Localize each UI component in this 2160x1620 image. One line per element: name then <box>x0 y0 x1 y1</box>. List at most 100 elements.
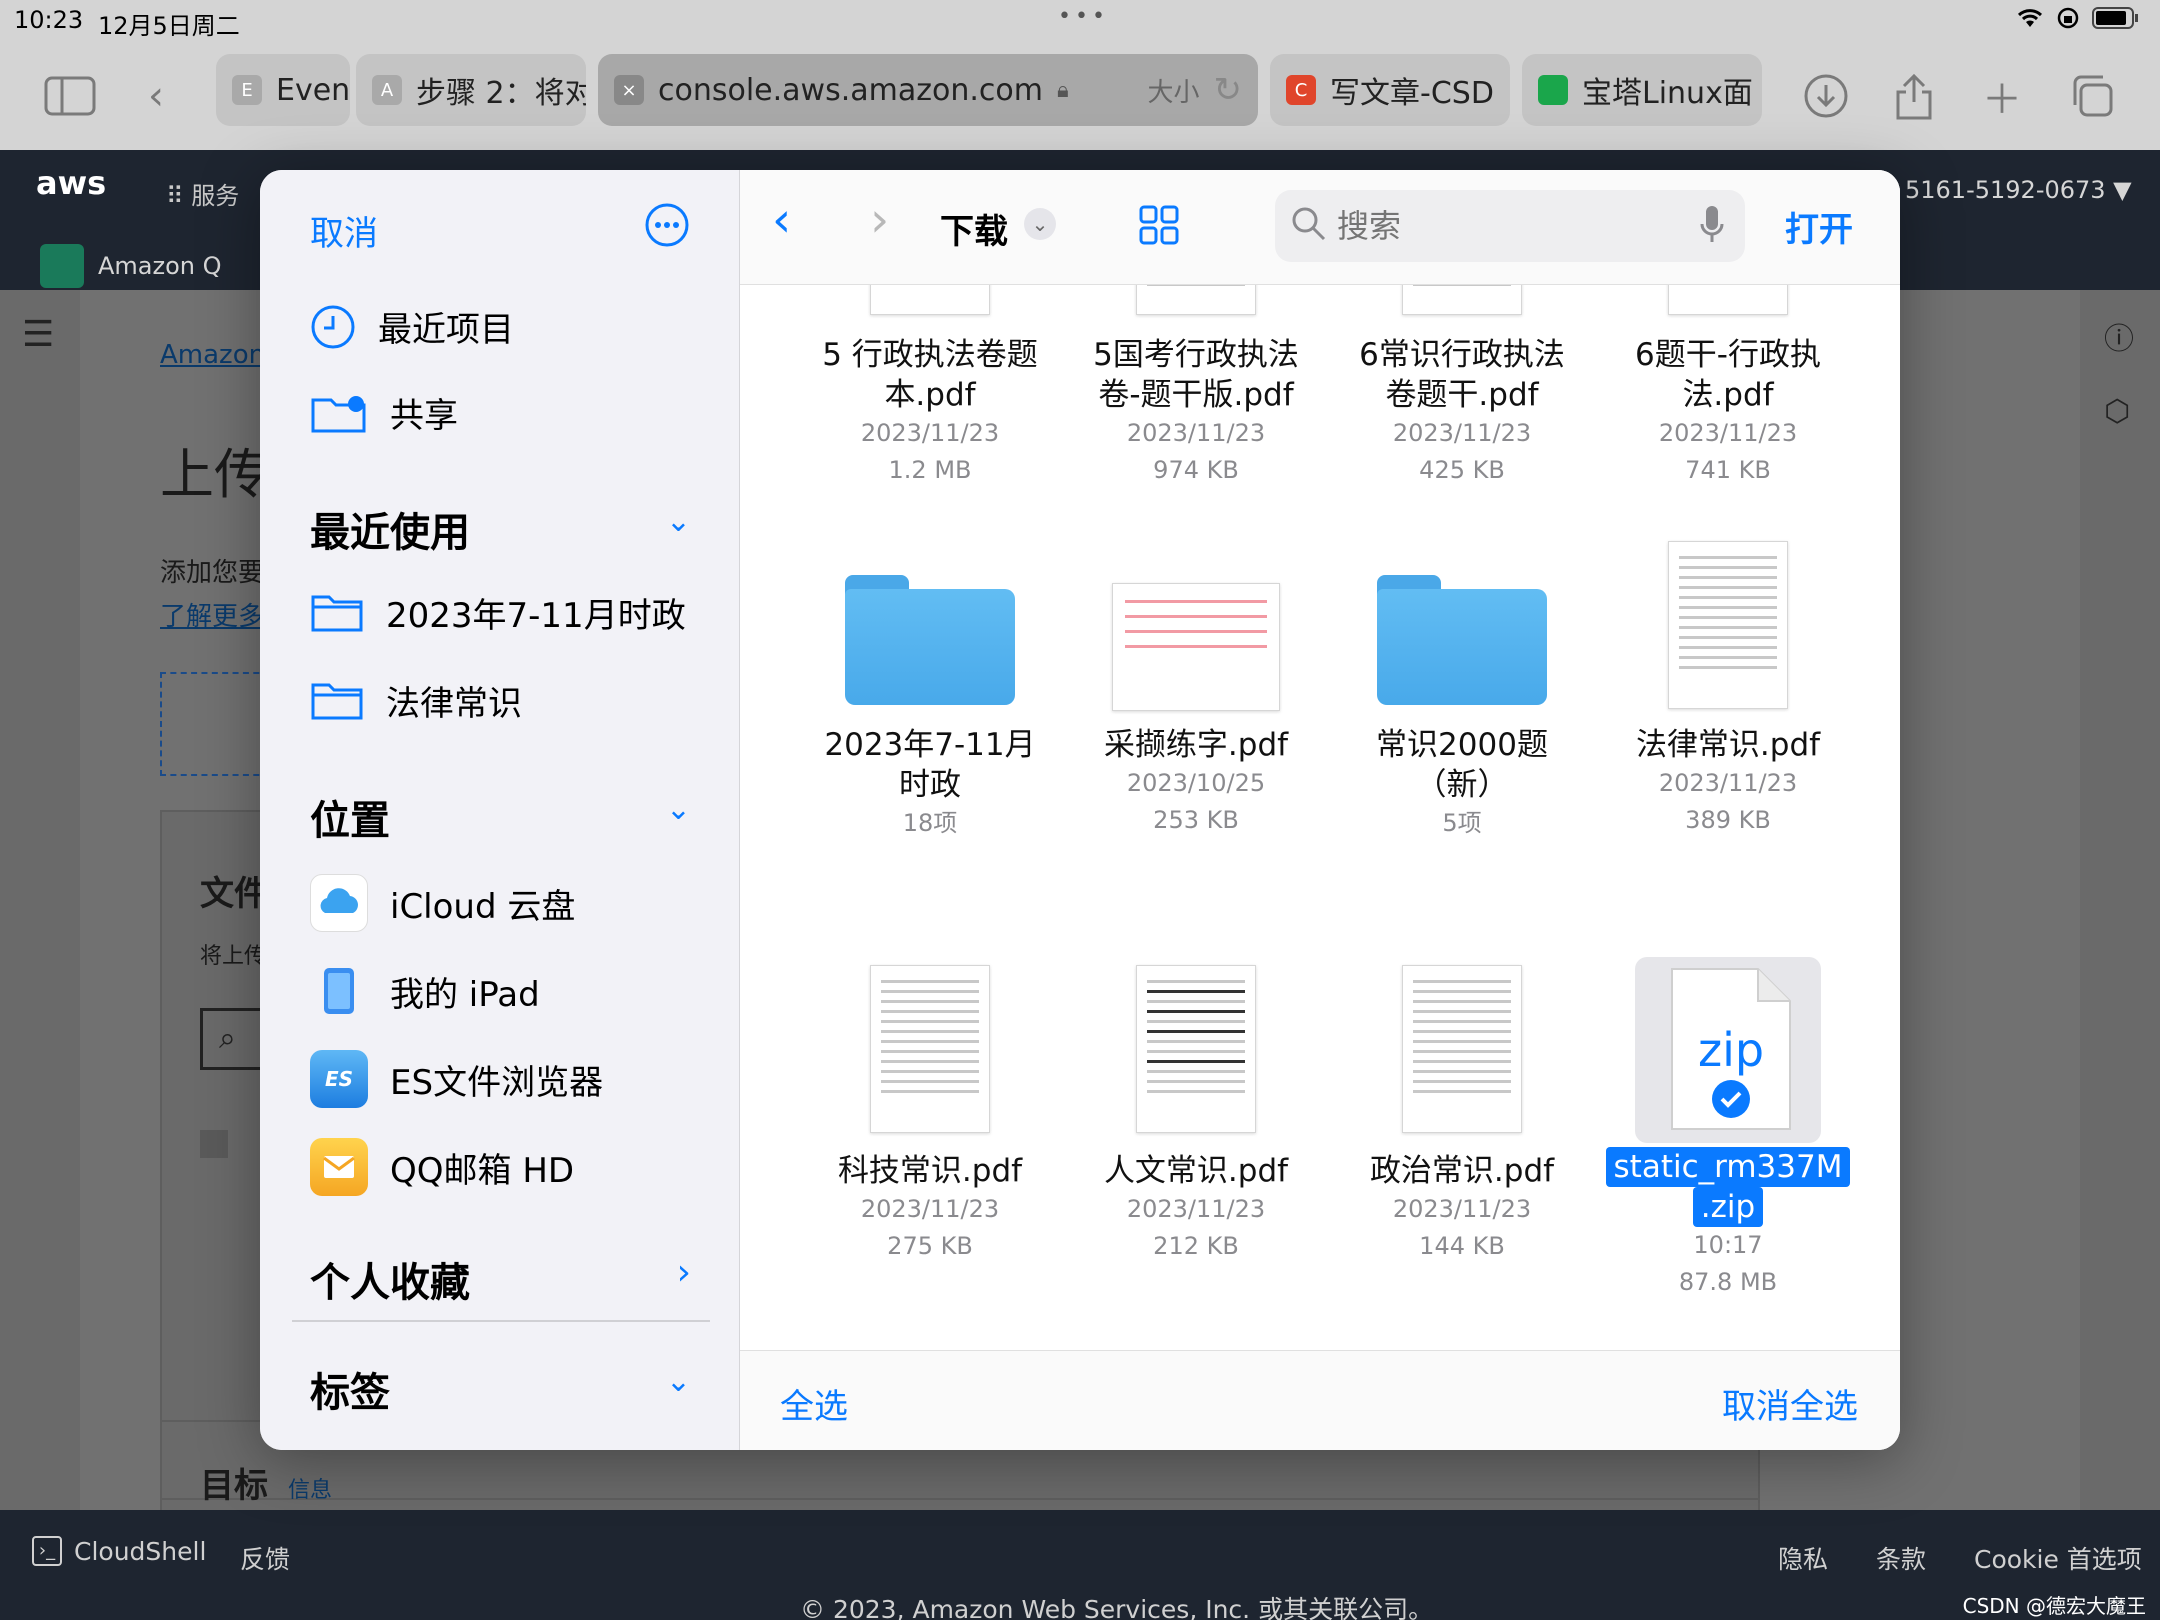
folder-name: 2023年7-11月 时政 <box>824 727 1036 803</box>
tab-baota[interactable]: 宝塔Linux面 <box>1522 54 1762 126</box>
file-grid: 5 行政执法卷题 本.pdf 2023/11/23 1.2 MB 5国考行政执法卷… <box>740 285 1900 1350</box>
file-item[interactable]: 政治常识.pdf 2023/11/23 144 KB <box>1332 965 1592 1265</box>
breadcrumb-amazon[interactable]: Amazon <box>160 340 265 370</box>
tab-aws-console[interactable]: × console.aws.amazon.com 🔒︎ 大小 ↻ <box>598 54 1258 126</box>
shared-folder-icon <box>311 395 366 432</box>
pdf-thumbnail <box>870 285 990 315</box>
file-size: 425 KB <box>1419 456 1505 484</box>
text-size-button[interactable]: 大小 <box>1147 72 1199 109</box>
file-date: 2023/11/23 <box>1392 1195 1532 1223</box>
new-tab-icon[interactable]: ＋ <box>1974 68 2030 124</box>
terms-link[interactable]: 条款 <box>1876 1540 1926 1576</box>
deselect-all-button[interactable]: 取消全选 <box>1722 1379 1858 1428</box>
learn-more-link[interactable]: 了解更多 <box>160 596 264 633</box>
file-date: 2023/11/23 <box>1126 419 1266 447</box>
cloudshell-button[interactable]: ›_ CloudShell <box>32 1536 206 1566</box>
view-mode-grid-icon[interactable] <box>1138 204 1180 250</box>
qq-mail-icon <box>310 1138 368 1196</box>
file-item[interactable]: 6题干-行政执 法.pdf 2023/11/23 741 KB <box>1598 285 1858 489</box>
pdf-thumbnail <box>1136 285 1256 315</box>
section-tags[interactable]: 标签 <box>310 1360 390 1418</box>
back-icon[interactable]: ‹ <box>772 192 791 248</box>
folder-menu-chevron-icon[interactable]: ⌄ <box>1024 208 1056 240</box>
forward-icon[interactable]: › <box>870 192 889 248</box>
files-title: 文件 <box>200 874 268 914</box>
sidebar-item-es-file-browser[interactable]: ES ES文件浏览器 <box>310 1050 603 1108</box>
feedback-link[interactable]: 反馈 <box>240 1540 290 1576</box>
close-tab-icon[interactable]: × <box>614 75 644 105</box>
pdf-thumbnail <box>1668 541 1788 709</box>
cookie-preferences-link[interactable]: Cookie 首选项 <box>1974 1540 2142 1576</box>
services-menu[interactable]: ⠿ 服务 <box>166 176 239 211</box>
file-name: 5 行政执法卷题 本.pdf <box>822 337 1038 413</box>
address-bar-url[interactable]: console.aws.amazon.com <box>658 73 1043 108</box>
folder-count: 5项 <box>1442 809 1482 837</box>
pdf-thumbnail <box>1402 965 1522 1133</box>
chevron-down-icon[interactable]: ⌄ <box>666 1364 691 1399</box>
account-menu[interactable]: 5161-5192-0673 ▼ <box>1905 176 2132 204</box>
file-item-selected[interactable]: zip static_rm337M .zip 10:17 87.8 MB <box>1588 957 1868 1301</box>
search-input[interactable] <box>1337 202 1657 250</box>
tab-even[interactable]: E Even <box>216 54 350 126</box>
cancel-button[interactable]: 取消 <box>310 206 378 255</box>
sidebar-item-my-ipad[interactable]: 我的 iPad <box>310 962 540 1020</box>
chevron-down-icon[interactable]: ⌄ <box>666 792 691 827</box>
select-all-button[interactable]: 全选 <box>780 1379 848 1428</box>
file-item[interactable]: 采撷练字.pdf 2023/10/25 253 KB <box>1066 555 1326 839</box>
privacy-link[interactable]: 隐私 <box>1778 1540 1828 1576</box>
back-icon[interactable]: ‹ <box>128 68 184 124</box>
battery-icon <box>2092 7 2138 29</box>
open-button[interactable]: 打开 <box>1785 202 1853 251</box>
download-icon[interactable] <box>1798 68 1854 124</box>
sidebar-item-shared[interactable]: 共享 <box>310 388 458 437</box>
section-favorites[interactable]: 个人收藏 <box>310 1250 470 1308</box>
tab-favicon: A <box>372 75 402 105</box>
section-recent-used[interactable]: 最近使用 <box>310 500 470 558</box>
multitask-dots[interactable]: ••• <box>1058 4 1109 29</box>
folder-item[interactable]: 常识2000题 （新） 5项 <box>1332 555 1592 842</box>
info-icon[interactable]: ⓘ <box>2104 314 2134 358</box>
aws-right-rail: ⓘ ⬡ <box>2080 290 2160 1510</box>
sidebar-item-recent-folder[interactable]: 法律常识 <box>310 676 522 725</box>
target-info-link[interactable]: 信息 <box>288 1472 332 1504</box>
picker-main: 5 行政执法卷题 本.pdf 2023/11/23 1.2 MB 5国考行政执法卷… <box>740 170 1900 1450</box>
select-all-checkbox[interactable] <box>200 1130 228 1158</box>
tab-csdn[interactable]: C 写文章-CSD <box>1270 54 1510 126</box>
file-item[interactable]: 法律常识.pdf 2023/11/23 389 KB <box>1598 541 1858 839</box>
amazon-q-button[interactable]: Amazon Q <box>40 244 222 288</box>
sidebar-item-recents[interactable]: 最近项目 <box>310 302 514 351</box>
tab-overview-icon[interactable] <box>2064 68 2120 124</box>
current-folder-title[interactable]: 下载 <box>940 204 1008 253</box>
file-name: 采撷练字.pdf <box>1103 727 1289 763</box>
target-title: 目标 <box>200 1466 268 1506</box>
folder-item[interactable]: 2023年7-11月 时政 18项 <box>800 555 1060 842</box>
section-locations[interactable]: 位置 <box>310 788 390 846</box>
chevron-right-icon[interactable]: › <box>677 1252 691 1293</box>
aws-logo[interactable]: aws <box>36 164 106 202</box>
file-item[interactable]: 5国考行政执法 卷-题干版.pdf 2023/11/23 974 KB <box>1066 285 1326 489</box>
tab-title: 步骤 2：将对 <box>416 76 586 111</box>
file-date: 2023/11/23 <box>1392 419 1532 447</box>
more-options-icon[interactable] <box>644 202 690 252</box>
reload-icon[interactable]: ↻ <box>1214 70 1243 110</box>
file-item[interactable]: 6常识行政执法 卷题干.pdf 2023/11/23 425 KB <box>1332 285 1592 489</box>
sidebar-item-qq-mail[interactable]: QQ邮箱 HD <box>310 1138 574 1196</box>
chevron-down-icon[interactable]: ⌄ <box>666 504 691 539</box>
pdf-thumbnail <box>1112 583 1280 711</box>
folder-icon <box>311 683 363 719</box>
sidebar-item-icloud[interactable]: iCloud 云盘 <box>310 874 575 932</box>
file-item[interactable]: 科技常识.pdf 2023/11/23 275 KB <box>800 965 1060 1265</box>
file-item[interactable]: 5 行政执法卷题 本.pdf 2023/11/23 1.2 MB <box>800 285 1060 489</box>
share-icon[interactable] <box>1886 68 1942 124</box>
microphone-icon[interactable] <box>1699 204 1725 250</box>
tab-step2[interactable]: A 步骤 2：将对 <box>356 54 586 126</box>
menu-icon[interactable]: ☰ <box>22 314 54 355</box>
folder-icon <box>311 595 363 631</box>
sidebar-item-recent-folder[interactable]: 2023年7-11月时政 <box>310 588 686 637</box>
sidebar-toggle-icon[interactable] <box>42 68 98 124</box>
search-field[interactable] <box>1275 190 1745 262</box>
file-date: 10:17 <box>1693 1231 1763 1259</box>
es-file-browser-icon: ES <box>310 1050 368 1108</box>
file-item[interactable]: 人文常识.pdf 2023/11/23 212 KB <box>1066 965 1326 1265</box>
settings-hex-icon[interactable]: ⬡ <box>2104 394 2130 429</box>
